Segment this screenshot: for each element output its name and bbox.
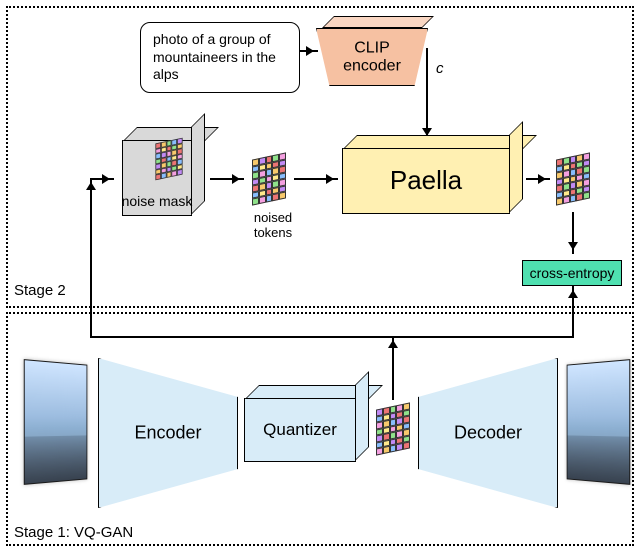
predicted-tokens xyxy=(556,152,590,205)
arrow-paella-to-out xyxy=(526,178,550,180)
arrow-noised-to-paella xyxy=(294,178,338,180)
clip-output-var: c xyxy=(436,60,444,77)
token-grid-in-mask xyxy=(155,138,182,181)
quantizer-label: Quantizer xyxy=(263,420,337,440)
quantizer: Quantizer xyxy=(244,398,356,462)
noised-tokens-label: noised tokens xyxy=(244,210,302,240)
clip-encoder: CLIP encoder xyxy=(316,28,428,86)
stage2-label: Stage 2 xyxy=(14,282,66,299)
cross-entropy-label: cross-entropy xyxy=(530,265,615,281)
stage1-label: Stage 1: VQ-GAN xyxy=(14,524,133,541)
text-prompt-content: photo of a group of mountaineers in the … xyxy=(153,31,276,82)
line-tokens-up xyxy=(392,336,394,400)
paella-label: Paella xyxy=(390,166,462,196)
arrow-clip-to-paella xyxy=(426,48,428,140)
clip-encoder-label: CLIP encoder xyxy=(343,39,401,74)
paella-block: Paella xyxy=(342,148,510,214)
noise-mask-label: noise mask xyxy=(122,193,193,209)
text-prompt: photo of a group of mountaineers in the … xyxy=(140,22,300,93)
arrow-prompt-to-clip xyxy=(300,50,318,52)
encoder-label: Encoder xyxy=(134,423,201,444)
line-horizontal-bridge xyxy=(90,336,574,338)
cross-entropy: cross-entropy xyxy=(522,260,622,286)
arrow-into-noise-mask xyxy=(90,178,92,336)
output-image xyxy=(567,359,631,485)
vq-tokens xyxy=(376,402,410,455)
arrow-mask-to-noised xyxy=(210,178,244,180)
arrow-into-noise-mask-h xyxy=(90,178,114,180)
arrow-bridge-to-xent xyxy=(572,286,574,336)
input-image xyxy=(24,359,88,485)
clip-encoder-top xyxy=(322,16,434,28)
noised-tokens xyxy=(252,152,286,205)
decoder-label: Decoder xyxy=(454,423,522,444)
arrow-out-to-xent xyxy=(572,212,574,254)
